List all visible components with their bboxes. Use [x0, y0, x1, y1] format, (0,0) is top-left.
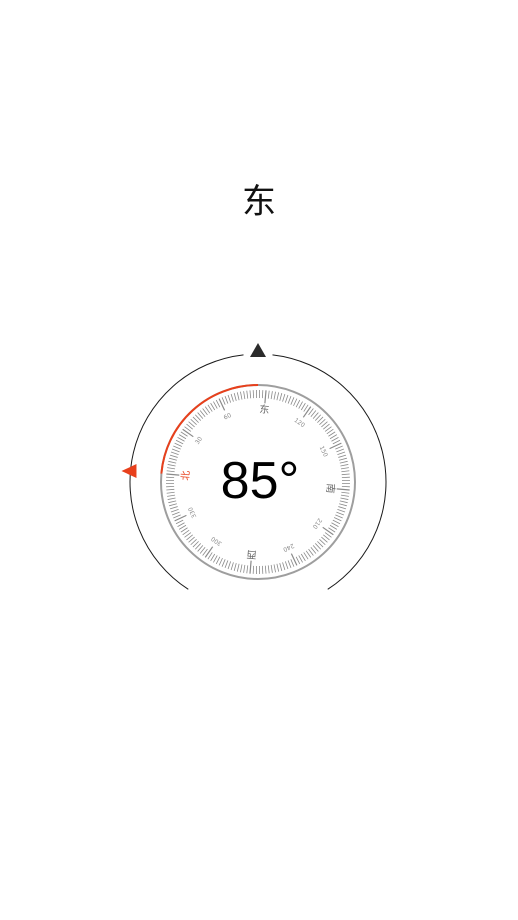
degree-tick	[290, 559, 295, 567]
degree-tick	[284, 561, 289, 570]
degree-tick	[236, 563, 240, 572]
degree-tick	[175, 519, 184, 525]
degree-tick	[174, 442, 183, 447]
degree-tick	[329, 524, 338, 530]
degree-label: 210	[311, 517, 323, 531]
degree-tick	[207, 404, 213, 412]
current-direction-label: 东	[242, 182, 276, 222]
degree-tick	[298, 401, 303, 409]
degree-label: 120	[293, 417, 307, 429]
degree-label: 300	[210, 535, 224, 547]
degree-tick	[335, 445, 343, 450]
degree-tick	[204, 546, 214, 558]
degree-tick	[215, 399, 221, 408]
degree-tick	[276, 392, 280, 401]
degree-label: 240	[282, 542, 296, 553]
degree-tick	[322, 526, 334, 536]
degree-tick	[329, 434, 338, 440]
degree-tick	[276, 563, 280, 572]
degree-tick	[210, 553, 216, 562]
degree-tick	[246, 565, 249, 574]
degree-tick	[284, 394, 289, 403]
degree-label: 60	[223, 412, 233, 422]
degree-tick	[273, 564, 276, 573]
degree-tick	[227, 394, 232, 403]
degree-tick	[171, 511, 180, 516]
degree-tick	[240, 564, 243, 573]
degree-tick	[182, 428, 194, 438]
degree-tick	[287, 560, 292, 569]
degree-tick	[230, 393, 234, 402]
degree-tick	[246, 390, 249, 399]
degree-tick	[331, 437, 339, 442]
degree-tick	[267, 565, 270, 574]
degree-tick	[210, 402, 216, 411]
west-label: 西	[246, 548, 257, 560]
degree-tick	[293, 398, 298, 407]
degree-tick	[240, 391, 243, 400]
degree-tick	[270, 564, 273, 573]
degree-tick	[173, 514, 181, 519]
degree-tick	[287, 395, 292, 404]
degree-tick	[273, 391, 276, 400]
degree-tick	[295, 556, 301, 565]
degree-tick	[305, 550, 312, 558]
degree-tick	[332, 519, 341, 525]
degree-tick	[215, 556, 221, 565]
degree-tick	[213, 401, 218, 409]
east-label: 东	[259, 402, 270, 416]
degree-tick	[300, 402, 306, 411]
degree-tick	[175, 439, 184, 445]
degree-tick	[326, 428, 334, 435]
degree-tick	[264, 565, 267, 574]
degree-tick	[249, 560, 252, 574]
degree-tick	[227, 561, 232, 570]
degree-tick	[177, 522, 185, 527]
degree-tick	[233, 563, 237, 571]
degree-tick	[282, 562, 286, 571]
degree-tick	[204, 406, 211, 414]
degree-tick	[249, 390, 252, 399]
degree-tick	[224, 560, 229, 569]
degree-tick	[332, 439, 341, 445]
compass: 北东南西 30 60 120 150 210 240 300 330 85°	[120, 330, 400, 600]
degree-tick	[221, 397, 226, 405]
degree-tick	[243, 391, 246, 400]
degree-tick	[270, 391, 273, 400]
degree-label: 30	[194, 435, 204, 445]
degree-tick	[178, 434, 187, 440]
degree-tick	[282, 393, 286, 402]
degree-tick	[213, 555, 218, 563]
top-pointer-triangle	[250, 343, 266, 357]
degree-tick	[279, 563, 283, 571]
degree-tick	[267, 390, 270, 399]
degree-tick	[182, 529, 190, 536]
degree-tick	[177, 437, 185, 442]
degree-tick	[173, 445, 181, 450]
degree-tick	[328, 431, 336, 437]
degree-tick	[295, 399, 301, 408]
degree-tick	[335, 514, 343, 519]
degree-tick	[333, 517, 342, 522]
degree-tick	[236, 392, 240, 401]
degree-tick	[336, 511, 345, 516]
degree-tick	[218, 557, 223, 566]
degree-tick	[243, 564, 246, 573]
degree-tick	[230, 562, 234, 571]
degree-tick	[331, 522, 339, 527]
degree-tick	[264, 390, 267, 404]
degree-tick	[221, 559, 226, 567]
heading-degrees: 85°	[220, 452, 300, 510]
degree-tick	[279, 393, 283, 401]
degree-tick	[290, 397, 295, 405]
degree-tick	[178, 524, 187, 530]
degree-tick	[298, 555, 303, 563]
degree-tick	[233, 393, 237, 401]
degree-tick	[180, 527, 188, 533]
degree-tick	[303, 552, 309, 560]
degree-tick	[300, 553, 306, 562]
degree-tick	[302, 406, 312, 418]
degree-tick	[224, 395, 229, 404]
